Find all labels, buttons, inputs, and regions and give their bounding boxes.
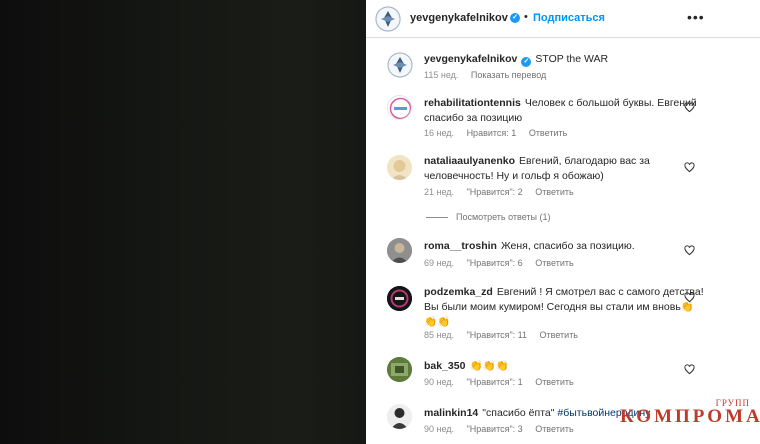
view-replies-label: Посмотреть ответы (1) [456,212,551,222]
heart-icon[interactable] [684,292,695,303]
comment-username[interactable]: roma__troshin [424,240,497,252]
verified-badge-icon: ✓ [521,57,532,67]
comment-username[interactable]: podzemka_zd [424,286,493,298]
reply-button[interactable]: Ответить [529,128,567,138]
comment-text: Женя, спасибо за позицию. [500,240,635,252]
separator-dot: • [524,11,528,23]
post-media [0,0,366,444]
commenter-avatar[interactable] [387,155,412,180]
heart-icon[interactable] [684,102,695,113]
post-header: yevgenykafelnikov ✓ • Подписаться ••• [366,0,760,38]
comment-meta: 85 нед. "Нравится": 11 Ответить [424,330,588,340]
heart-icon[interactable] [684,162,695,173]
comment-meta: 69 нед. "Нравится": 6 Ответить [424,258,584,268]
comment-username[interactable]: malinkin14 [424,407,478,419]
comment-username[interactable]: nataliaaulyanenko [424,155,515,167]
caption-text: STOP the WAR [535,53,609,65]
verified-badge-icon: ✓ [510,13,520,23]
comment-username[interactable]: rehabilitationtennis [424,97,521,109]
heart-icon[interactable] [684,364,695,375]
show-translation-button[interactable]: Показать перевод [471,70,546,80]
comment-likes[interactable]: "Нравится": 3 [467,424,523,434]
caption-text-block: yevgenykafelnikov ✓ STOP the WAR [424,52,704,67]
comment-time: 21 нед. [424,187,455,197]
author-avatar[interactable] [375,6,401,32]
comment-likes[interactable]: "Нравится": 6 [467,258,523,268]
subscribe-button[interactable]: Подписаться [533,12,605,24]
comment-time: 85 нед. [424,330,455,340]
comment-text-block: rehabilitationtennis Человек с большой бу… [424,96,704,126]
comment-time: 69 нед. [424,258,455,268]
commenter-avatar[interactable] [387,238,412,263]
comment-likes[interactable]: "Нравится": 1 [467,377,523,387]
comment-text-block: podzemka_zd Евгений ! Я смотрел вас с сам… [424,285,704,330]
view-replies-button[interactable]: Посмотреть ответы (1) [426,212,551,222]
comment-likes[interactable]: "Нравится": 2 [467,187,523,197]
comment-time: 16 нед. [424,128,455,138]
comment-username[interactable]: bak_350 [424,360,465,372]
comment-meta: 21 нед. "Нравится": 2 Ответить [424,187,584,197]
comment-text: "спасибо ёпта" [482,407,555,419]
comment-text-block: nataliaaulyanenko Евгений, благодарю вас … [424,154,704,184]
caption-time: 115 нед. [424,70,459,80]
comment-likes[interactable]: "Нравится": 11 [467,330,527,340]
reply-button[interactable]: Ответить [535,187,573,197]
more-options-icon[interactable]: ••• [687,9,705,25]
commenter-avatar[interactable] [387,357,412,382]
reply-button[interactable]: Ответить [540,330,578,340]
comment-meta: 16 нед. Нравится: 1 Ответить [424,128,577,138]
comment-meta: 90 нед. "Нравится": 1 Ответить [424,377,584,387]
comment-time: 90 нед. [424,377,455,387]
commenter-avatar[interactable] [387,286,412,311]
comment-likes[interactable]: Нравится: 1 [467,128,517,138]
comment-text: 👏👏👏 [469,360,509,372]
reply-button[interactable]: Ответить [535,258,573,268]
caption-username[interactable]: yevgenykafelnikov [424,53,517,65]
caption-meta: 115 нед. Показать перевод [424,70,556,80]
reply-button[interactable]: Ответить [535,424,573,434]
watermark-logo: ГРУПП КОМПРОМАТ [620,398,760,438]
replies-divider [426,217,448,219]
heart-icon[interactable] [684,245,695,256]
commenter-avatar[interactable] [387,95,412,120]
comment-text-block: bak_350 👏👏👏 [424,359,704,374]
comment-meta: 90 нед. "Нравится": 3 Ответить [424,424,584,434]
comment-time: 90 нед. [424,424,455,434]
comments-panel: yevgenykafelnikov ✓ • Подписаться ••• ye… [366,0,760,444]
author-username[interactable]: yevgenykafelnikov [410,12,508,24]
watermark-big-text: КОМПРОМАТ [620,406,760,427]
reply-button[interactable]: Ответить [535,377,573,387]
comment-text-block: roma__troshin Женя, спасибо за позицию. [424,239,704,254]
commenter-avatar[interactable] [387,404,412,429]
caption-avatar[interactable] [387,52,413,78]
